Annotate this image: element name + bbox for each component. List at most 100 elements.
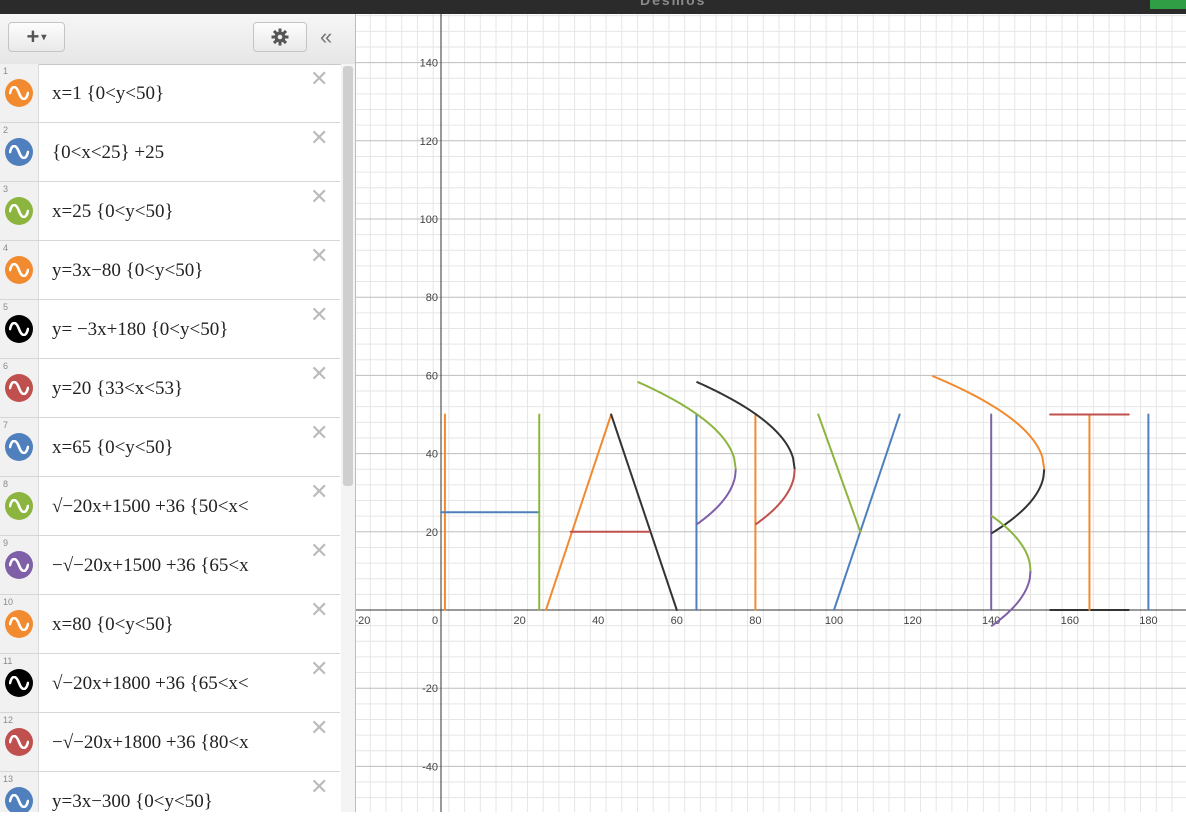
x-tick-label: 40 [592,615,604,627]
graph-curve [544,413,613,611]
delete-expression-button[interactable]: ✕ [310,717,328,739]
delete-expression-button[interactable]: ✕ [310,186,328,208]
expression-row[interactable]: 7 x=65 {0<y<50} ✕ [0,418,340,477]
expression-input[interactable]: x=25 {0<y<50} [52,201,310,223]
wave-icon [9,204,29,218]
graph-color-toggle[interactable] [5,256,33,284]
graph-svg[interactable]: -20 0 20 40 60 80 100 120 140 160 1801401201008060… [354,14,1186,814]
x-tick-label: 80 [749,615,761,627]
expression-number: 11 [3,656,13,666]
expression-gutter: 11 [0,654,39,712]
expression-input[interactable]: x=80 {0<y<50} [52,614,310,636]
y-tick-label: -40 [422,761,438,773]
graph-canvas[interactable]: -20 0 20 40 60 80 100 120 140 160 180 140 120 100 80 60… [354,14,1186,814]
delete-expression-button[interactable]: ✕ [310,776,328,798]
expression-number: 7 [3,420,9,430]
delete-expression-button[interactable]: ✕ [310,68,328,90]
expression-input[interactable]: x=65 {0<y<50} [52,437,310,459]
expression-row[interactable]: 3 x=25 {0<y<50} ✕ [0,182,340,241]
graph-color-toggle[interactable] [5,374,33,402]
expression-input[interactable]: {0<x<25} +25 [52,142,310,164]
plus-icon: + [26,24,40,49]
gear-icon [271,28,289,46]
delete-expression-button[interactable]: ✕ [310,304,328,326]
add-item-button[interactable]: + ▾ [8,22,65,52]
wave-icon [9,440,29,454]
expression-row[interactable]: 4 y=3x−80 {0<y<50} ✕ [0,241,340,300]
x-tick-label: -20 [356,615,370,627]
graph-color-toggle[interactable] [5,669,33,697]
delete-expression-button[interactable]: ✕ [310,540,328,562]
expression-input[interactable]: √−20x+1800 +36 {65<x< [52,673,310,695]
graph-color-toggle[interactable] [5,728,33,756]
graph-color-toggle[interactable] [5,197,33,225]
graph-color-toggle[interactable] [5,79,33,107]
expression-gutter: 10 [0,595,39,653]
y-tick-label: 20 [426,527,438,539]
expression-row[interactable]: 6 y=20 {33<x<53} ✕ [0,359,340,418]
expression-gutter: 7 [0,418,39,476]
delete-expression-button[interactable]: ✕ [310,599,328,621]
graph-color-toggle[interactable] [5,610,33,638]
expression-row[interactable]: 10 x=80 {0<y<50} ✕ [0,595,340,654]
settings-button[interactable] [253,22,307,52]
expression-input[interactable]: y=3x−300 {0<y<50} [52,791,310,812]
app-title: Desmos [640,0,707,8]
wave-icon [9,794,29,808]
expression-input[interactable]: y= −3x+180 {0<y<50} [52,319,310,341]
graph-curve [833,413,901,611]
expression-gutter: 2 [0,123,39,181]
expression-row[interactable]: 9 −√−20x+1500 +36 {65<x ✕ [0,536,340,595]
expression-list: 1 x=1 {0<y<50} ✕ 2 {0<x<25} +25 ✕ 3 x=25 {0<y<5… [0,64,340,812]
expression-input[interactable]: √−20x+1500 +36 {50<x< [52,496,310,518]
expression-row[interactable]: 1 x=1 {0<y<50} ✕ [0,64,340,123]
expression-number: 3 [3,184,9,194]
delete-expression-button[interactable]: ✕ [310,245,328,267]
graph-color-toggle[interactable] [5,787,33,812]
expression-gutter: 12 [0,713,39,771]
expression-number: 10 [3,597,14,607]
expression-gutter: 13 [0,772,39,812]
expression-input[interactable]: −√−20x+1500 +36 {65<x [52,555,310,577]
y-tick-label: 100 [420,214,438,226]
y-tick-label: 40 [426,449,438,461]
delete-expression-button[interactable]: ✕ [310,481,328,503]
expression-number: 1 [3,66,9,76]
expression-gutter: 6 [0,359,39,417]
top-right-button[interactable] [1150,0,1186,9]
graph-color-toggle[interactable] [5,433,33,461]
wave-icon [9,558,29,572]
scrollbar-thumb[interactable] [343,66,353,486]
delete-expression-button[interactable]: ✕ [310,658,328,680]
graph-color-toggle[interactable] [5,138,33,166]
graph-color-toggle[interactable] [5,492,33,520]
delete-expression-button[interactable]: ✕ [310,422,328,444]
expression-number: 5 [3,302,9,312]
expression-row[interactable]: 8 √−20x+1500 +36 {50<x< ✕ [0,477,340,536]
graph-color-toggle[interactable] [5,315,33,343]
expression-number: 12 [3,715,14,725]
expression-input[interactable]: x=1 {0<y<50} [52,83,310,105]
expression-row[interactable]: 2 {0<x<25} +25 ✕ [0,123,340,182]
wave-icon [9,263,29,277]
delete-expression-button[interactable]: ✕ [310,127,328,149]
expression-number: 2 [3,125,9,135]
expression-list-scrollbar[interactable] [341,64,355,812]
expression-row[interactable]: 5 y= −3x+180 {0<y<50} ✕ [0,300,340,359]
expression-gutter: 8 [0,477,39,535]
expression-number: 6 [3,361,9,371]
collapse-panel-button[interactable]: « [320,26,332,48]
wave-icon [9,86,29,100]
expression-panel: + ▾ « 1 x=1 {0<y<50} ✕ 2 {0<x<25} +25 ✕ … [0,14,356,812]
expression-gutter: 5 [0,300,39,358]
expression-row[interactable]: 12 −√−20x+1800 +36 {80<x ✕ [0,713,340,772]
expression-input[interactable]: y=3x−80 {0<y<50} [52,260,310,282]
expression-row[interactable]: 11 √−20x+1800 +36 {65<x< ✕ [0,654,340,713]
wave-icon [9,381,29,395]
expression-input[interactable]: y=20 {33<x<53} [52,378,310,400]
expression-gutter: 3 [0,182,39,240]
graph-color-toggle[interactable] [5,551,33,579]
expression-row[interactable]: 13 y=3x−300 {0<y<50} ✕ [0,772,340,812]
expression-input[interactable]: −√−20x+1800 +36 {80<x [52,732,310,754]
delete-expression-button[interactable]: ✕ [310,363,328,385]
